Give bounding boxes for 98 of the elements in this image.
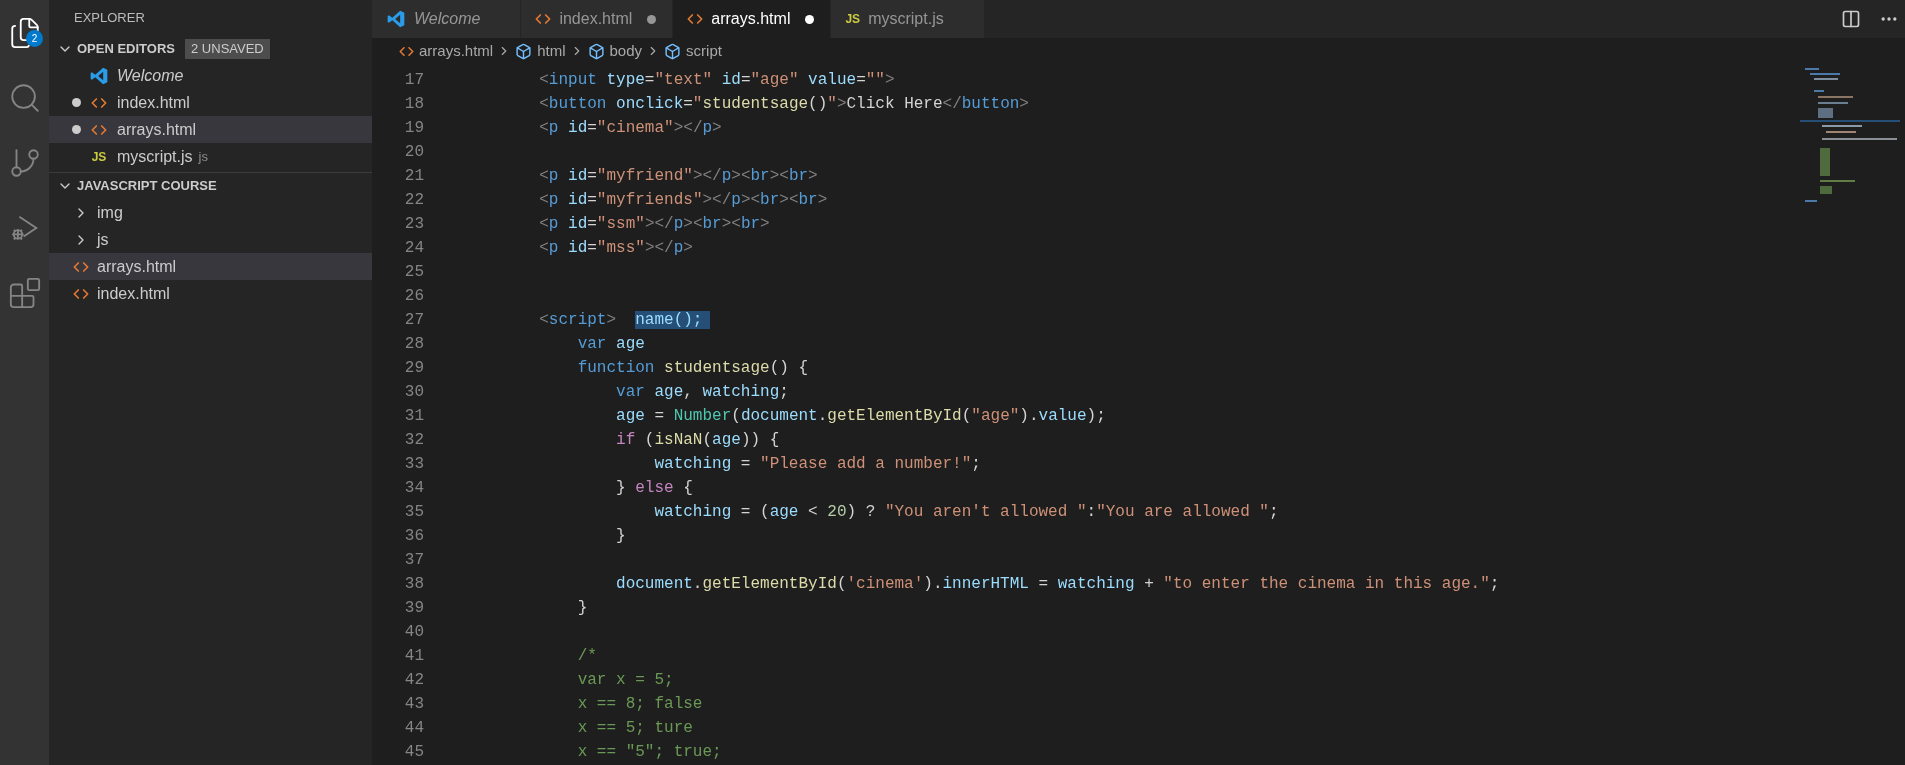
tab-label: Welcome xyxy=(414,9,481,29)
html-file-icon xyxy=(687,11,704,27)
line-number: 42 xyxy=(403,670,424,691)
open-editor-item[interactable]: JS myscript.js js xyxy=(49,143,372,170)
code-line: var x = 5; xyxy=(576,670,674,691)
line-number: 37 xyxy=(403,550,424,571)
line-number: 32 xyxy=(403,430,424,451)
breadcrumb-item[interactable]: html xyxy=(537,39,566,63)
line-number: 31 xyxy=(403,406,424,427)
code-line: x == 5; ture xyxy=(576,718,693,739)
line-number: 30 xyxy=(403,382,424,403)
line-number: 40 xyxy=(403,622,424,643)
file-name: img xyxy=(97,202,123,223)
line-number: 17 xyxy=(403,70,424,91)
code-line: age = Number(document.getElementById("age").value); xyxy=(615,406,1106,427)
open-editor-item[interactable]: arrays.html xyxy=(49,116,372,143)
line-number: 45 xyxy=(403,742,424,763)
line-number: 36 xyxy=(403,526,424,547)
line-number: 20 xyxy=(403,142,424,163)
code-line: <p id="cinema"></p> xyxy=(538,118,722,139)
code-line: document.getElementById('cinema').innerHTML = watching + "to enter the cinema in this age."; xyxy=(615,574,1500,595)
code-line: if (isNaN(age)) { xyxy=(615,430,780,451)
tab-label: arrays.html xyxy=(711,9,791,29)
line-number: 26 xyxy=(403,286,424,307)
line-number: 34 xyxy=(403,478,424,499)
breadcrumb-item[interactable]: script xyxy=(686,39,722,63)
code-line: watching = (age < 20) ? "You aren't allowed ":"You are allowed "; xyxy=(653,502,1279,523)
notification-badge: 2 xyxy=(26,30,43,47)
line-number: 28 xyxy=(403,334,424,355)
file-name: Welcome xyxy=(117,65,184,86)
line-number: 27 xyxy=(403,310,424,331)
cube-icon xyxy=(515,42,533,60)
code-line: <p id="myfriends"></p><br><br> xyxy=(538,190,828,211)
tab-label: myscript.js xyxy=(868,9,944,29)
code-line: <p id="mss"></p> xyxy=(538,238,693,259)
code-line: <p id="ssm"></p><br><br> xyxy=(538,214,770,235)
line-number: 23 xyxy=(403,214,424,235)
line-number: 25 xyxy=(403,262,424,283)
line-number: 33 xyxy=(403,454,424,475)
breadcrumb-item[interactable]: arrays.html xyxy=(419,39,494,63)
cube-icon xyxy=(587,42,605,60)
cube-icon xyxy=(664,42,682,60)
extensions-icon[interactable] xyxy=(7,275,42,310)
file-description: js xyxy=(198,147,208,166)
code-line: } else { xyxy=(615,478,693,499)
code-line: <p id="myfriend"></p><br><br> xyxy=(538,166,818,187)
code-line: } xyxy=(576,598,588,619)
editor-tab[interactable]: arrays.html xyxy=(673,0,832,38)
code-line: var age xyxy=(576,334,645,355)
file-name: arrays.html xyxy=(97,256,177,277)
code-line: <script> name(); xyxy=(424,308,711,332)
code-line: watching = "Please add a number!"; xyxy=(653,454,981,475)
code-line: /* xyxy=(576,646,597,667)
line-number: 29 xyxy=(403,358,424,379)
file-name: myscript.js xyxy=(117,146,193,167)
line-number: 41 xyxy=(403,646,424,667)
file-name: index.html xyxy=(117,92,190,113)
tree-item[interactable]: index.html xyxy=(49,280,372,307)
file-name: arrays.html xyxy=(117,119,197,140)
open-editor-item[interactable]: index.html xyxy=(49,89,372,116)
line-number: 39 xyxy=(403,598,424,619)
code-line: <button onclick="studentsage()">Click Here</button> xyxy=(538,94,1029,115)
line-number: 19 xyxy=(403,118,424,139)
sidebar-title: EXPLORER xyxy=(74,8,145,27)
vscode-logo-icon xyxy=(386,9,406,29)
section-header[interactable]: OPEN EDITORS xyxy=(77,38,175,59)
vscode-logo-icon xyxy=(89,65,109,86)
code-line: x == "5"; true; xyxy=(576,742,722,763)
unsaved-badge: 2 UNSAVED xyxy=(185,38,270,59)
file-name: index.html xyxy=(97,283,170,304)
code-line: <input type="text" id="age" value=""> xyxy=(538,70,895,91)
code-line: function studentsage() { xyxy=(576,358,809,379)
line-number: 18 xyxy=(403,94,424,115)
code-line: var age, watching; xyxy=(615,382,789,403)
line-number: 44 xyxy=(403,718,424,739)
line-number: 24 xyxy=(403,238,424,259)
js-file-icon: JS xyxy=(845,10,861,28)
editor-tab[interactable]: JS myscript.js xyxy=(831,0,985,38)
line-number: 38 xyxy=(403,574,424,595)
file-name: js xyxy=(97,229,109,250)
html-file-icon xyxy=(535,11,552,27)
tree-item[interactable]: img xyxy=(49,199,372,226)
tree-item[interactable]: arrays.html xyxy=(49,253,372,280)
editor-tab[interactable]: index.html xyxy=(521,0,674,38)
code-line: } xyxy=(615,526,626,547)
code-line: x == 8; false xyxy=(576,694,703,715)
open-editor-item[interactable]: Welcome xyxy=(49,62,372,89)
split-editor-icon[interactable] xyxy=(1841,9,1861,29)
section-header[interactable]: JAVASCRIPT COURSE xyxy=(77,176,217,196)
breadcrumb-item[interactable]: body xyxy=(609,39,643,63)
line-number: 22 xyxy=(403,190,424,211)
tree-item[interactable]: js xyxy=(49,226,372,253)
line-number: 43 xyxy=(403,694,424,715)
js-file-icon: JS xyxy=(91,147,107,166)
editor-tab[interactable]: Welcome xyxy=(372,0,522,38)
tab-label: index.html xyxy=(559,9,633,29)
line-number: 21 xyxy=(403,166,424,187)
line-number: 35 xyxy=(403,502,424,523)
